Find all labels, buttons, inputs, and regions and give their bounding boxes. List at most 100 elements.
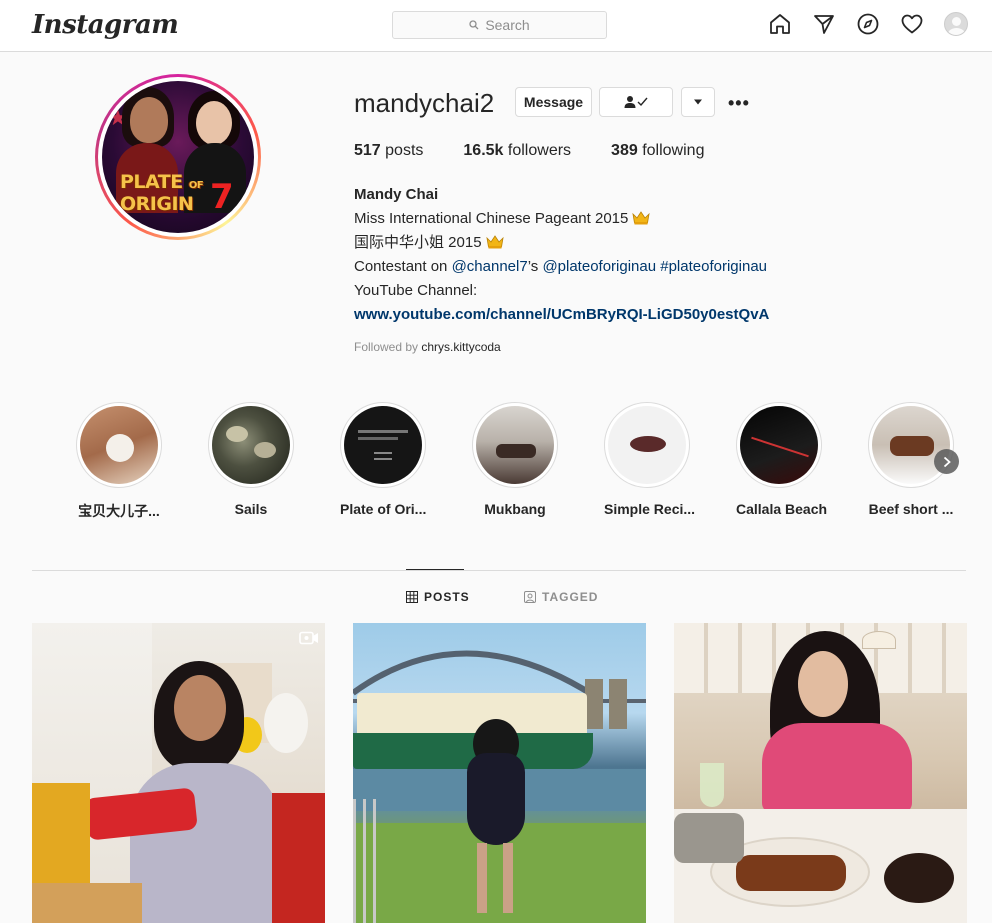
post-thumbnail[interactable]: [32, 623, 325, 923]
followers-count-label: followers: [507, 142, 572, 159]
highlight-item[interactable]: Mukbang: [472, 402, 558, 517]
text-line-shape: [358, 437, 398, 440]
tabs-divider: [32, 570, 966, 571]
highlight-thumbnail: [344, 406, 422, 484]
direct-message-icon[interactable]: [812, 12, 836, 36]
pendant-lamp-shape: [862, 631, 896, 649]
channel-seven-logo: 7: [210, 177, 234, 217]
show-logo-line1: PLATE: [120, 171, 183, 193]
profile-username: mandychai2: [354, 88, 495, 118]
active-tab-indicator: [406, 569, 464, 570]
highlight-label: 宝贝大儿子...: [78, 503, 160, 519]
activity-heart-icon[interactable]: [900, 12, 924, 36]
tab-posts[interactable]: POSTS: [406, 590, 470, 604]
person-face: [174, 675, 226, 741]
leg-shape: [477, 843, 487, 913]
dessert-shape: [884, 853, 954, 903]
bio-line-text: 国际中华小姐 2015: [354, 234, 482, 251]
highlight-item[interactable]: Sails: [208, 402, 294, 517]
website-link[interactable]: www.youtube.com/channel/UCmBRyRQI-LiGD50…: [354, 303, 769, 327]
highlight-thumbnail: [740, 406, 818, 484]
followed-by-user: chrys.kittycoda: [421, 340, 501, 354]
highlight-thumbnail: [212, 406, 290, 484]
gravy-boat-shape: [674, 813, 744, 863]
highlight-ring: [76, 402, 162, 488]
highlight-label: Simple Reci...: [604, 501, 696, 517]
top-nav: Instagram Search: [0, 0, 992, 52]
food-shape: [496, 444, 536, 458]
explore-icon[interactable]: [856, 12, 880, 36]
text-line-shape: [358, 430, 408, 433]
chevron-right-icon: [943, 456, 951, 467]
light-streak-shape: [751, 436, 809, 458]
video-icon: [299, 631, 318, 645]
highlight-ring: [340, 402, 426, 488]
snack-bag-shape: [272, 793, 325, 923]
highlight-label: Mukbang: [484, 501, 546, 517]
profile-counts: 517 posts 16.5k followers 389 following: [354, 142, 744, 160]
followers-count-value: 16.5k: [463, 142, 504, 159]
highlight-ring: [472, 402, 558, 488]
plush-toy-shape: [264, 693, 308, 753]
person-face: [130, 97, 168, 143]
bio-line: YouTube Channel:: [354, 282, 478, 299]
highlight-thumbnail: [608, 406, 686, 484]
following-count[interactable]: 389 following: [611, 142, 704, 160]
post-thumbnail[interactable]: [353, 623, 646, 923]
suggested-dropdown-button[interactable]: [681, 87, 715, 117]
highlight-label: Sails: [234, 501, 268, 517]
following-count-value: 389: [611, 142, 638, 159]
followers-count[interactable]: 16.5k followers: [463, 142, 571, 160]
dog-shape: [106, 434, 134, 462]
highlight-item[interactable]: 宝贝大儿子...: [76, 402, 162, 521]
home-icon[interactable]: [768, 12, 792, 36]
highlights-next-button[interactable]: [934, 449, 959, 474]
highlight-ring: [736, 402, 822, 488]
nav-icons: [768, 12, 968, 36]
highlight-thumbnail: [872, 406, 950, 484]
profile-avatar-icon[interactable]: [944, 12, 968, 36]
bio-text: ’s: [527, 258, 543, 275]
post-thumbnail[interactable]: [674, 623, 967, 923]
polka-dress-shape: [467, 753, 525, 845]
floral-dress-shape: [762, 723, 912, 813]
text-line-shape: [374, 452, 392, 454]
posts-count: 517 posts: [354, 142, 423, 160]
caret-down-icon: [694, 99, 702, 105]
search-placeholder: Search: [485, 17, 530, 33]
bio-line: Contestant on @channel7’s @plateoforigin…: [354, 255, 769, 279]
profile-picture-ring[interactable]: ★ ★ PLATE OF ORIGIN 7: [95, 74, 261, 240]
story-highlights: 宝贝大儿子... Sails Plate of Ori... Mukbang S…: [76, 402, 976, 522]
bio-line: Miss International Chinese Pageant 2015: [354, 207, 769, 231]
show-logo-line2: ORIGIN: [120, 193, 194, 215]
more-options-icon[interactable]: •••: [728, 93, 750, 114]
snack-pile-shape: [32, 883, 142, 923]
hashtag-link-plateoforiginau[interactable]: #plateoforiginau: [660, 258, 767, 275]
highlight-item[interactable]: Callala Beach: [736, 402, 827, 517]
followed-by[interactable]: Followed by chrys.kittycoda: [354, 340, 501, 354]
posts-count-label: posts: [385, 142, 424, 159]
search-icon: [469, 20, 479, 30]
oyster-shape: [254, 442, 276, 458]
tab-tagged[interactable]: TAGGED: [524, 590, 598, 604]
crown-emoji-icon: [632, 211, 650, 225]
highlight-ring: [868, 402, 954, 488]
highlight-item[interactable]: Simple Reci...: [604, 402, 696, 517]
ribs-shape: [736, 855, 846, 891]
highlight-item[interactable]: Plate of Ori...: [340, 402, 426, 517]
search-input[interactable]: Search: [392, 11, 607, 39]
posts-count-value: 517: [354, 142, 381, 159]
avatar: [944, 12, 968, 36]
message-button[interactable]: Message: [515, 87, 592, 117]
mention-link-plateoforiginau[interactable]: @plateoforiginau: [542, 258, 656, 275]
bio-line-text: Miss International Chinese Pageant 2015: [354, 210, 629, 227]
person-face: [196, 101, 232, 145]
instagram-logo[interactable]: Instagram: [32, 10, 179, 40]
mention-link-channel7[interactable]: @channel7: [452, 258, 528, 275]
bio-text: Contestant on: [354, 258, 452, 275]
text-line-shape: [374, 458, 392, 460]
following-button[interactable]: [599, 87, 673, 117]
bio-line: 国际中华小姐 2015: [354, 231, 769, 255]
food-shape: [890, 436, 934, 456]
railing-shape: [353, 799, 383, 923]
